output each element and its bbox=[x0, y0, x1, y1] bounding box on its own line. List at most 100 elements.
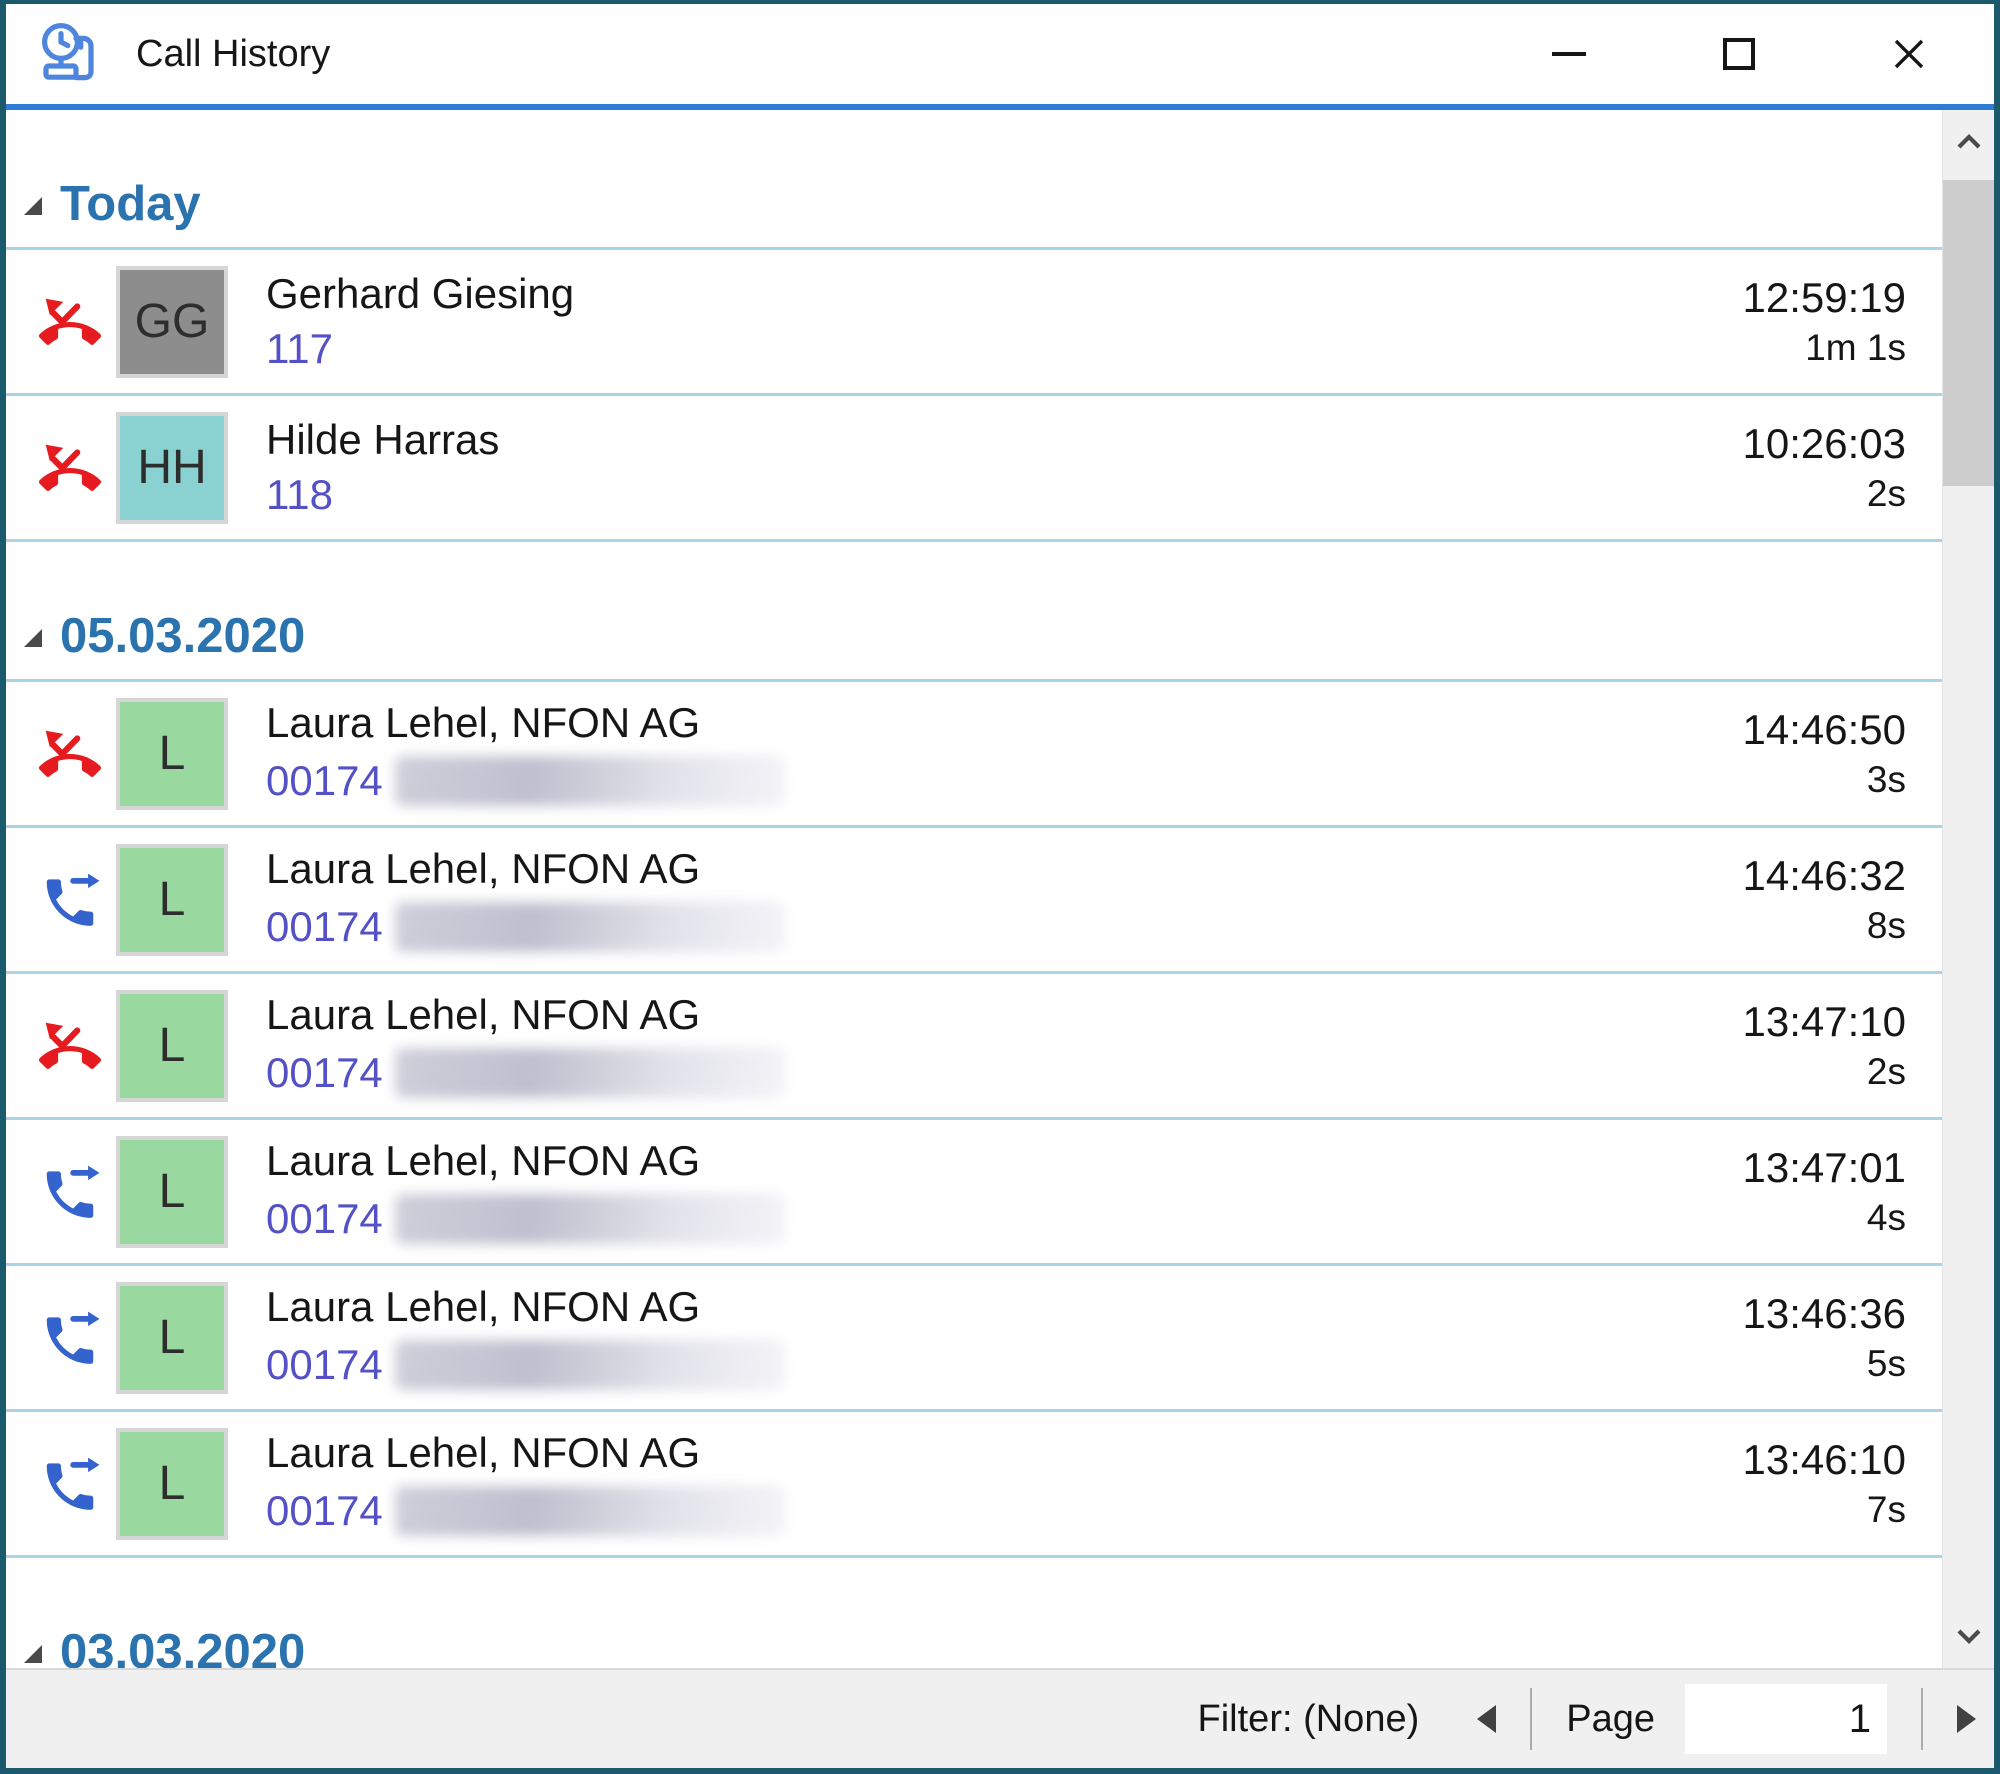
statusbar-divider bbox=[1921, 1688, 1923, 1750]
number-line: 117 bbox=[266, 327, 1743, 371]
avatar: L bbox=[116, 1428, 228, 1540]
call-time: 13:47:10 bbox=[1743, 1000, 1907, 1044]
outgoing-call-icon bbox=[32, 1307, 108, 1369]
group-header[interactable]: 05.03.2020 bbox=[6, 542, 1942, 682]
contact-info: Laura Lehel, NFON AG 00174 bbox=[266, 701, 1743, 805]
group-header[interactable]: Today bbox=[6, 110, 1942, 250]
missed-call-icon bbox=[32, 437, 108, 499]
call-timing: 14:46:32 8s bbox=[1743, 854, 1907, 946]
missed-call-icon bbox=[32, 723, 108, 785]
call-duration: 2s bbox=[1867, 475, 1906, 514]
call-timing: 13:47:10 2s bbox=[1743, 1000, 1907, 1092]
statusbar: Filter: (None) Page bbox=[6, 1668, 1994, 1768]
redacted-number-blur bbox=[395, 1486, 785, 1536]
contact-name: Hilde Harras bbox=[266, 418, 1743, 462]
next-page-button[interactable] bbox=[1957, 1705, 1976, 1733]
avatar: L bbox=[116, 1282, 228, 1394]
call-time: 12:59:19 bbox=[1743, 276, 1907, 320]
contact-name: Laura Lehel, NFON AG bbox=[266, 701, 1743, 745]
collapse-triangle-icon bbox=[20, 625, 46, 651]
minimize-icon bbox=[1552, 52, 1586, 56]
number-line: 00174 bbox=[266, 1486, 1743, 1536]
scrollbar-thumb[interactable] bbox=[1943, 180, 1994, 486]
redacted-number-blur bbox=[395, 1340, 785, 1390]
number-line: 00174 bbox=[266, 1048, 1743, 1098]
close-button[interactable] bbox=[1824, 4, 1994, 104]
maximize-button[interactable] bbox=[1654, 4, 1824, 104]
redacted-number-blur bbox=[395, 1194, 785, 1244]
call-duration: 2s bbox=[1867, 1053, 1906, 1092]
call-group: 03.03.2020 bbox=[6, 1558, 1942, 1668]
call-row[interactable]: L Laura Lehel, NFON AG 00174 13:46:36 5s bbox=[6, 1266, 1942, 1412]
outgoing-call-icon bbox=[32, 1161, 108, 1223]
call-row[interactable]: L Laura Lehel, NFON AG 00174 13:47:10 2s bbox=[6, 974, 1942, 1120]
avatar: L bbox=[116, 1136, 228, 1248]
close-icon bbox=[1888, 33, 1930, 75]
phone-number: 117 bbox=[266, 327, 333, 371]
contact-info: Hilde Harras 118 bbox=[266, 418, 1743, 516]
call-duration: 7s bbox=[1867, 1491, 1906, 1530]
page-input[interactable] bbox=[1685, 1684, 1887, 1754]
phone-number: 00174 bbox=[266, 905, 383, 949]
phone-number: 00174 bbox=[266, 1051, 383, 1095]
scroll-down-button[interactable] bbox=[1943, 1604, 1994, 1668]
call-time: 14:46:32 bbox=[1743, 854, 1907, 898]
group-rows: GG Gerhard Giesing 117 12:59:19 1m 1s bbox=[6, 250, 1942, 542]
contact-info: Laura Lehel, NFON AG 00174 bbox=[266, 1285, 1743, 1389]
call-time: 13:46:10 bbox=[1743, 1438, 1907, 1482]
call-time: 10:26:03 bbox=[1743, 422, 1907, 466]
call-group: 05.03.2020 L Laura Lehel, NFON AG 00174 bbox=[6, 542, 1942, 1558]
call-history-icon bbox=[34, 20, 110, 88]
call-timing: 13:47:01 4s bbox=[1743, 1146, 1907, 1238]
group-header[interactable]: 03.03.2020 bbox=[6, 1558, 1942, 1668]
call-history-window: Call History Today bbox=[0, 0, 2000, 1774]
redacted-number-blur bbox=[395, 756, 785, 806]
chevron-up-icon bbox=[1953, 132, 1985, 152]
call-row[interactable]: GG Gerhard Giesing 117 12:59:19 1m 1s bbox=[6, 250, 1942, 396]
call-row[interactable]: L Laura Lehel, NFON AG 00174 14:46:50 3s bbox=[6, 682, 1942, 828]
call-duration: 3s bbox=[1867, 761, 1906, 800]
collapse-triangle-icon bbox=[20, 193, 46, 219]
contact-name: Laura Lehel, NFON AG bbox=[266, 1139, 1743, 1183]
scrollbar-track[interactable] bbox=[1943, 174, 1994, 1604]
avatar: L bbox=[116, 990, 228, 1102]
number-line: 00174 bbox=[266, 1194, 1743, 1244]
call-timing: 14:46:50 3s bbox=[1743, 708, 1907, 800]
previous-page-button[interactable] bbox=[1477, 1705, 1496, 1733]
avatar: L bbox=[116, 844, 228, 956]
minimize-button[interactable] bbox=[1484, 4, 1654, 104]
scroll-up-button[interactable] bbox=[1943, 110, 1994, 174]
avatar: L bbox=[116, 698, 228, 810]
avatar: HH bbox=[116, 412, 228, 524]
outgoing-call-icon bbox=[32, 869, 108, 931]
group-rows: L Laura Lehel, NFON AG 00174 14:46:50 3s bbox=[6, 682, 1942, 1558]
scrollbar[interactable] bbox=[1942, 110, 1994, 1668]
missed-call-icon bbox=[32, 291, 108, 353]
group-label: Today bbox=[60, 180, 201, 229]
call-row[interactable]: L Laura Lehel, NFON AG 00174 14:46:32 8s bbox=[6, 828, 1942, 974]
number-line: 118 bbox=[266, 473, 1743, 517]
call-row[interactable]: HH Hilde Harras 118 10:26:03 2s bbox=[6, 396, 1942, 542]
chevron-down-icon bbox=[1953, 1626, 1985, 1646]
statusbar-divider bbox=[1530, 1688, 1532, 1750]
contact-name: Gerhard Giesing bbox=[266, 272, 1743, 316]
group-label: 05.03.2020 bbox=[60, 612, 305, 661]
contact-name: Laura Lehel, NFON AG bbox=[266, 847, 1743, 891]
call-row[interactable]: L Laura Lehel, NFON AG 00174 13:46:10 7s bbox=[6, 1412, 1942, 1558]
maximize-icon bbox=[1723, 38, 1755, 70]
contact-name: Laura Lehel, NFON AG bbox=[266, 1431, 1743, 1475]
phone-number: 00174 bbox=[266, 1489, 383, 1533]
call-timing: 12:59:19 1m 1s bbox=[1743, 276, 1907, 368]
call-duration: 8s bbox=[1867, 907, 1906, 946]
phone-number: 00174 bbox=[266, 1197, 383, 1241]
call-row[interactable]: L Laura Lehel, NFON AG 00174 13:47:01 4s bbox=[6, 1120, 1942, 1266]
contact-info: Gerhard Giesing 117 bbox=[266, 272, 1743, 370]
number-line: 00174 bbox=[266, 902, 1743, 952]
phone-number: 118 bbox=[266, 473, 333, 517]
contact-info: Laura Lehel, NFON AG 00174 bbox=[266, 1431, 1743, 1535]
outgoing-call-icon bbox=[32, 1453, 108, 1515]
window-body: Today GG Gerhard Giesing 117 bbox=[6, 110, 1994, 1668]
call-time: 14:46:50 bbox=[1743, 708, 1907, 752]
group-label: 03.03.2020 bbox=[60, 1628, 305, 1668]
collapse-triangle-icon bbox=[20, 1641, 46, 1667]
